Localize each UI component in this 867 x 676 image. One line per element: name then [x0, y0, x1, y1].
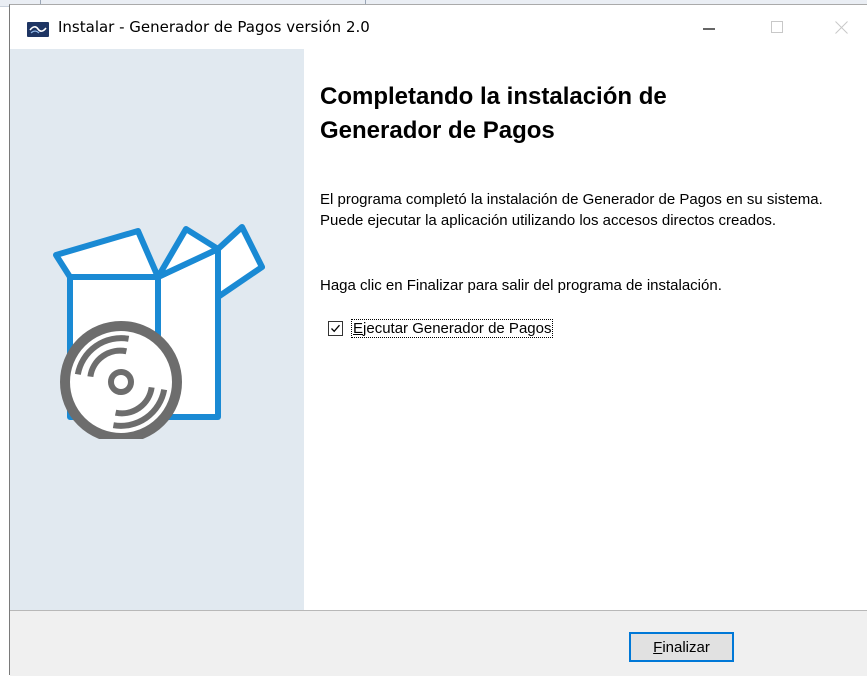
window-title: Instalar - Generador de Pagos versión 2.…: [58, 18, 370, 36]
box-with-disc-icon: [53, 224, 265, 439]
app-logo-icon: [27, 22, 49, 37]
page-title: Completando la instalación de Generador …: [320, 80, 840, 148]
run-app-checkbox[interactable]: [328, 321, 343, 336]
maximize-button[interactable]: [754, 5, 800, 49]
run-app-label-text: jecutar Generador de Pagos: [363, 320, 552, 337]
finish-button-mnemonic: F: [653, 638, 663, 656]
wizard-footer: Finalizar: [10, 610, 867, 676]
maximize-icon: [771, 21, 783, 33]
close-icon: [834, 20, 848, 34]
title-bar[interactable]: Instalar - Generador de Pagos versión 2.…: [10, 5, 867, 49]
run-app-label[interactable]: Ejecutar Generador de Pagos: [351, 319, 554, 338]
finish-button[interactable]: Finalizar: [629, 632, 734, 662]
finish-instruction: Haga clic en Finalizar para salir del pr…: [320, 277, 722, 294]
minimize-icon: [703, 28, 715, 30]
installer-window: Instalar - Generador de Pagos versión 2.…: [9, 4, 867, 676]
page-title-line2: Generador de Pagos: [320, 117, 555, 144]
checkmark-icon: [331, 324, 340, 333]
finish-button-label: inalizar: [662, 638, 710, 656]
minimize-button[interactable]: [686, 5, 732, 49]
wizard-sidebar: [10, 49, 304, 610]
wizard-content: Completando la instalación de Generador …: [304, 49, 867, 610]
completion-message: El programa completó la instalación de G…: [320, 191, 823, 229]
close-button[interactable]: [818, 5, 864, 49]
run-app-option[interactable]: Ejecutar Generador de Pagos: [328, 319, 554, 338]
page-title-line1: Completando la instalación de: [320, 83, 667, 110]
run-app-label-mnemonic: E: [353, 320, 364, 337]
